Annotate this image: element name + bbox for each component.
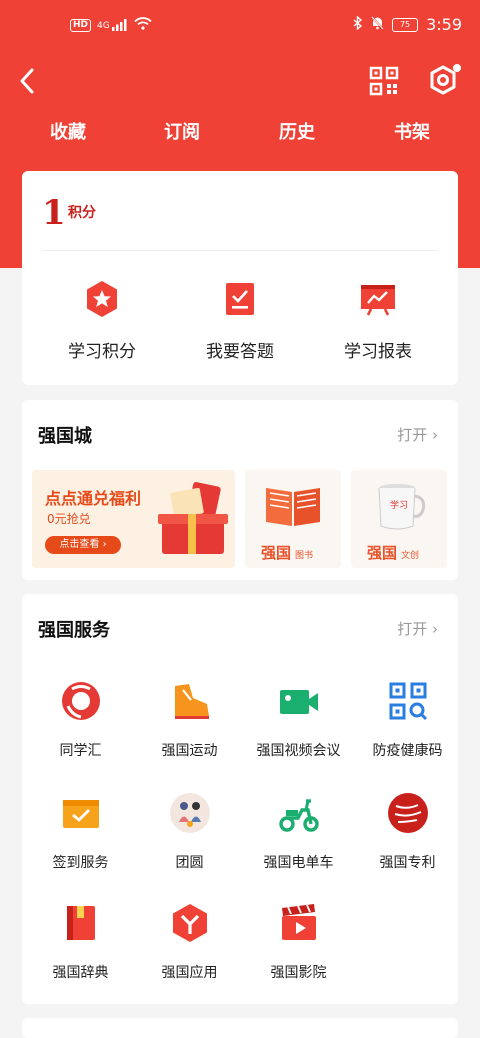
reunion-icon: [169, 792, 211, 834]
service-classmates[interactable]: 同学汇: [26, 680, 135, 780]
video-meeting-label: 强国视频会议: [256, 743, 341, 759]
checkin-icon: [60, 792, 102, 834]
mall-card: 强国城 打开 › 点点通兑福利 0元抢兑 点击查看 › 强国 图书 学习 强国: [22, 400, 458, 580]
mute-bell-icon: [371, 15, 384, 34]
health-qr-icon: [387, 680, 429, 722]
service-health-code[interactable]: 防疫健康码: [353, 680, 462, 780]
cinema-label: 强国影院: [270, 965, 327, 981]
score-unit: 积分: [68, 205, 96, 221]
teacup-icon: 学习: [369, 480, 429, 532]
mall-banner[interactable]: 点点通兑福利 0元抢兑 点击查看 ›: [32, 470, 235, 568]
services-open-label: 打开: [397, 620, 428, 638]
tab-favorites[interactable]: 收藏: [28, 118, 108, 148]
service-cinema[interactable]: 强国影院: [244, 902, 353, 1002]
hd-badge: HD: [70, 18, 92, 32]
score-card: 1 积分 学习积分 我要答题 学习报表: [22, 171, 458, 385]
checkin-label: 签到服务: [52, 855, 109, 871]
battery-icon: 75: [392, 17, 419, 32]
mall-open-link[interactable]: 打开 ›: [397, 424, 438, 445]
top-tabs: 收藏 订阅 历史 书架: [0, 118, 480, 150]
health-code-label: 防疫健康码: [372, 743, 443, 759]
divider: [42, 250, 438, 251]
next-card-edge: [22, 1018, 458, 1038]
service-scooter[interactable]: 强国电单车: [244, 792, 353, 892]
sport-shoe-icon: [169, 680, 211, 722]
banner-subtitle: 0元抢兑: [47, 512, 91, 526]
scooter-label: 强国电单车: [263, 855, 334, 871]
service-video-meeting[interactable]: 强国视频会议: [244, 680, 353, 780]
signal-icon: 4G: [97, 19, 128, 31]
patent-label: 强国专利: [379, 855, 436, 871]
service-patent[interactable]: 强国专利: [353, 792, 462, 892]
crafts-brand: 强国: [367, 544, 398, 562]
mall-crafts-tile[interactable]: 学习 强国 文创: [351, 470, 447, 568]
crafts-sub: 文创: [401, 551, 420, 561]
dictionary-icon: [60, 902, 102, 944]
study-points-label: 学习积分: [68, 342, 136, 362]
scooter-icon: [278, 792, 320, 834]
cinema-icon: [278, 902, 320, 944]
status-right: 75 3:59: [353, 14, 462, 34]
apps-icon: [169, 902, 211, 944]
bluetooth-icon: [353, 14, 363, 34]
status-time: 3:59: [426, 15, 462, 34]
tab-history[interactable]: 历史: [257, 118, 337, 148]
status-bar: HD 4G 75 3:59: [0, 0, 480, 56]
dictionary-label: 强国辞典: [52, 965, 109, 981]
banner-title: 点点通兑福利: [45, 489, 142, 508]
mall-title: 强国城: [38, 426, 92, 447]
qr-code-icon[interactable]: [369, 66, 399, 96]
back-arrow-icon[interactable]: [14, 64, 44, 98]
gift-box-icon: [152, 480, 232, 562]
services-card: 强国服务 打开 › 同学汇 强国运动 强国视频会议 防疫健康码 签到服务 团圆 …: [22, 594, 458, 1004]
points-star-icon: [82, 279, 122, 319]
book-icon: [263, 480, 323, 532]
services-title: 强国服务: [38, 620, 110, 641]
quiz-label: 我要答题: [206, 342, 274, 362]
video-camera-icon: [278, 680, 320, 722]
service-apps[interactable]: 强国应用: [135, 902, 244, 1002]
service-dictionary[interactable]: 强国辞典: [26, 902, 135, 1002]
svg-text:学习: 学习: [390, 499, 408, 511]
services-open-link[interactable]: 打开 ›: [397, 618, 438, 639]
books-sub: 图书: [295, 551, 314, 561]
reunion-label: 团圆: [175, 855, 204, 871]
books-brand: 强国: [261, 544, 292, 562]
service-checkin[interactable]: 签到服务: [26, 792, 135, 892]
score-value[interactable]: 1: [42, 193, 66, 233]
service-reunion[interactable]: 团圆: [135, 792, 244, 892]
wifi-icon: [134, 17, 152, 33]
mall-books-tile[interactable]: 强国 图书: [245, 470, 341, 568]
quiz-check-icon: [220, 279, 260, 319]
chevron-right-icon: ›: [432, 620, 438, 638]
classmates-icon: [60, 680, 102, 722]
service-sport[interactable]: 强国运动: [135, 680, 244, 780]
tab-subscriptions[interactable]: 订阅: [142, 118, 222, 148]
patent-icon: [387, 792, 429, 834]
sport-label: 强国运动: [161, 743, 218, 759]
report-chart-icon: [358, 279, 398, 319]
signal-type: 4G: [97, 21, 110, 31]
banner-view-button[interactable]: 点击查看 ›: [45, 536, 121, 554]
classmates-label: 同学汇: [59, 743, 102, 759]
settings-hex-icon[interactable]: [426, 62, 464, 100]
mall-open-label: 打开: [397, 426, 428, 444]
chevron-right-icon: ›: [432, 426, 438, 444]
status-left: HD 4G: [70, 17, 152, 33]
apps-label: 强国应用: [161, 965, 218, 981]
tab-bookshelf[interactable]: 书架: [372, 118, 452, 148]
study-report-label: 学习报表: [344, 342, 412, 362]
